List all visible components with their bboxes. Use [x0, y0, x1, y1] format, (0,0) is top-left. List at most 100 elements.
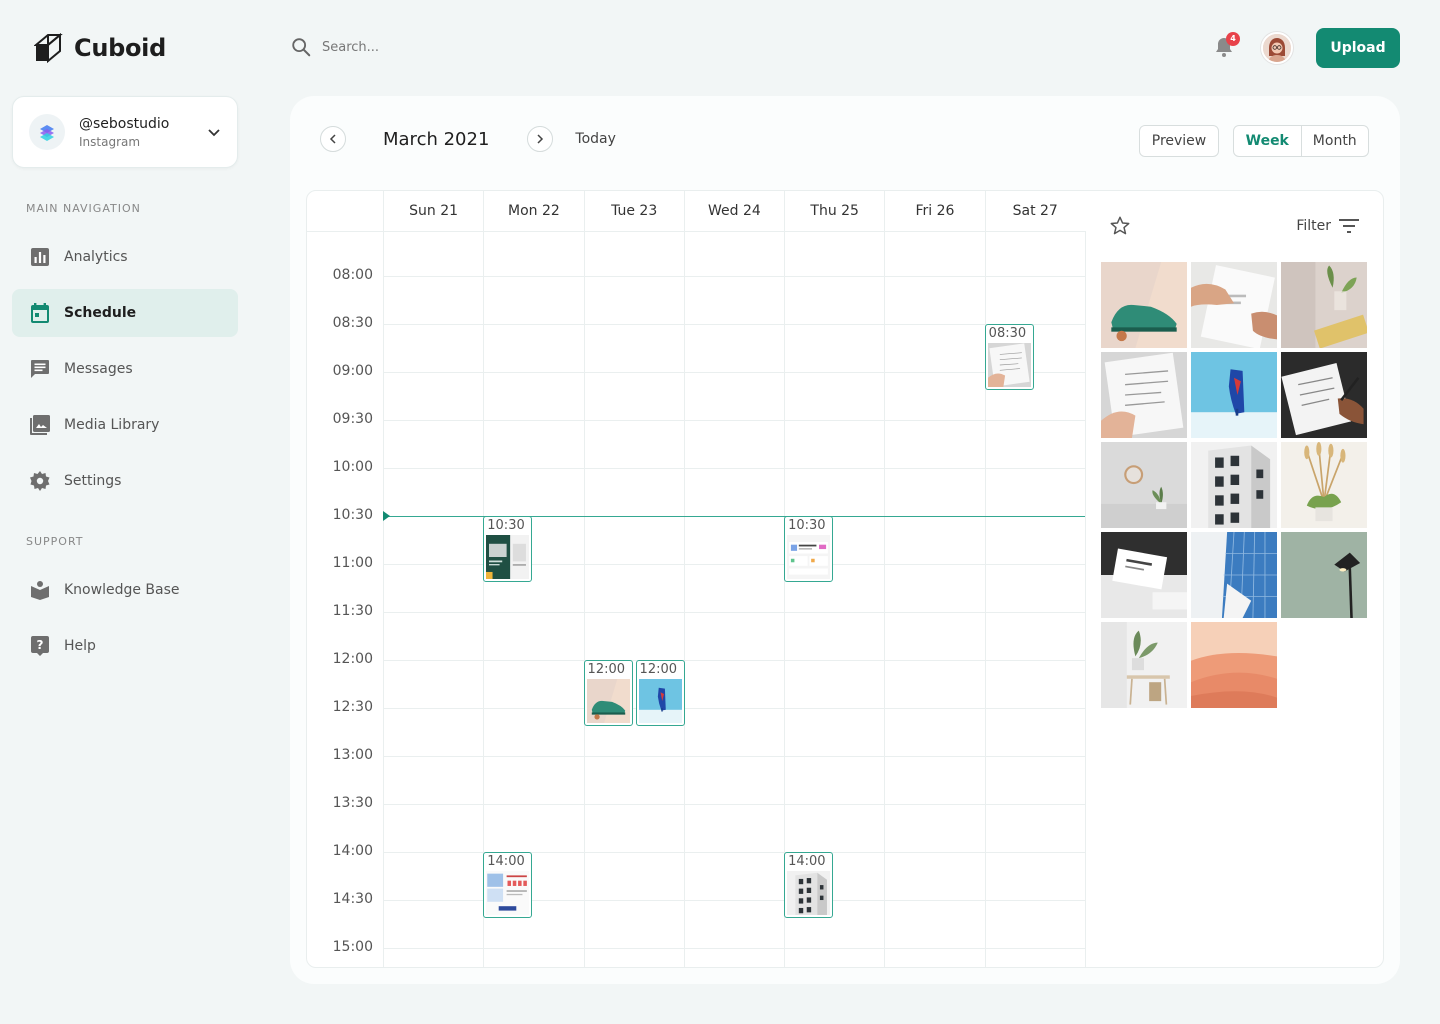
search-bar: [290, 36, 622, 58]
svg-text:?: ?: [37, 638, 44, 652]
media-thumbnail[interactable]: [1101, 622, 1187, 708]
gear-icon: [30, 471, 50, 491]
chevron-down-icon: [208, 129, 220, 137]
app-name: Cuboid: [74, 34, 166, 62]
media-thumbnail[interactable]: [1101, 442, 1187, 528]
scheduled-post[interactable]: 14:00: [784, 852, 834, 918]
media-thumbnail[interactable]: [1281, 532, 1367, 618]
column-divider: [683, 231, 685, 967]
media-thumbnail[interactable]: [1101, 532, 1187, 618]
sidebar-item-settings[interactable]: Settings: [12, 457, 238, 505]
prev-week-button[interactable]: [320, 126, 346, 152]
app-logo[interactable]: Cuboid: [34, 33, 166, 63]
row-divider: [383, 660, 1085, 661]
day-header: Mon 22: [483, 191, 583, 231]
account-handle: @sebostudio: [79, 115, 170, 132]
notifications-button[interactable]: 4: [1212, 32, 1240, 61]
column-divider: [583, 231, 585, 967]
cube-logo-icon: [34, 33, 63, 63]
header-divider: [307, 231, 1085, 232]
media-thumbnails: [1101, 262, 1367, 708]
scheduled-post[interactable]: 12:00: [635, 660, 685, 726]
image-icon: [30, 415, 50, 435]
star-icon[interactable]: [1109, 215, 1131, 237]
post-time: 08:30: [988, 326, 1027, 341]
filter-button[interactable]: Filter: [1296, 218, 1359, 234]
sidebar-item-help[interactable]: ? Help: [12, 622, 238, 670]
current-time-marker: [383, 511, 390, 521]
sidebar-item-label: Messages: [64, 361, 133, 377]
scheduled-post[interactable]: 10:30: [483, 516, 533, 582]
sidebar-item-analytics[interactable]: Analytics: [12, 233, 238, 281]
sidebar-item-messages[interactable]: Messages: [12, 345, 238, 393]
day-header: Sun 21: [383, 191, 483, 231]
day-header: Thu 25: [784, 191, 884, 231]
scheduled-post[interactable]: 08:30: [984, 324, 1034, 390]
account-logo: [29, 114, 65, 150]
post-thumbnail: [485, 535, 530, 579]
support-title: SUPPORT: [26, 535, 84, 548]
post-time: 14:00: [788, 854, 826, 869]
upload-button[interactable]: Upload: [1316, 28, 1400, 68]
media-thumbnail[interactable]: [1281, 442, 1367, 528]
scheduled-post[interactable]: 10:30: [784, 516, 834, 582]
day-header: Sat 27: [984, 191, 1085, 231]
day-header: Wed 24: [683, 191, 784, 231]
account-switcher[interactable]: @sebostudio Instagram: [12, 96, 238, 168]
month-title: March 2021: [383, 128, 490, 150]
sidebar-item-label: Knowledge Base: [64, 582, 180, 598]
days-header: Sun 21 Mon 22 Tue 23 Wed 24 Thu 25 Fri 26 Sat …: [383, 191, 1085, 231]
time-label: 12:30: [332, 699, 373, 715]
media-thumbnail[interactable]: [1101, 352, 1187, 438]
row-divider: [383, 708, 1085, 709]
media-thumbnail[interactable]: [1191, 262, 1277, 348]
post-time: 10:30: [487, 518, 525, 533]
media-thumbnail[interactable]: [1281, 352, 1367, 438]
media-thumbnail[interactable]: [1101, 262, 1187, 348]
post-thumbnail: [987, 343, 1032, 387]
post-thumbnail: [786, 535, 831, 579]
post-thumbnail: [485, 871, 530, 915]
post-time: 12:00: [639, 662, 678, 677]
chevron-right-icon: [537, 134, 544, 144]
media-panel-header: Filter: [1109, 215, 1359, 237]
row-divider: [383, 276, 1085, 277]
post-thumbnail: [586, 679, 631, 723]
month-view-button[interactable]: Month: [1302, 126, 1369, 156]
next-week-button[interactable]: [527, 126, 554, 152]
book-icon: [30, 580, 50, 600]
message-icon: [30, 359, 50, 379]
post-thumbnail: [638, 679, 683, 723]
sidebar-item-label: Schedule: [64, 305, 137, 321]
scheduled-post[interactable]: 14:00: [483, 852, 533, 918]
sidebar-item-label: Help: [64, 638, 96, 654]
today-button[interactable]: Today: [575, 131, 616, 147]
time-label: 09:00: [332, 363, 373, 379]
sidebar-item-media-library[interactable]: Media Library: [12, 401, 238, 449]
notification-count-badge: 4: [1226, 32, 1240, 46]
media-thumbnail[interactable]: [1281, 262, 1367, 348]
column-divider: [884, 231, 886, 967]
scheduled-post[interactable]: 12:00: [583, 660, 633, 726]
time-label: 09:30: [332, 411, 373, 427]
media-thumbnail[interactable]: [1191, 352, 1277, 438]
week-view-button[interactable]: Week: [1234, 126, 1302, 156]
help-icon: ?: [30, 636, 50, 656]
layers-logo-icon: [40, 125, 54, 141]
sidebar-item-knowledge-base[interactable]: Knowledge Base: [12, 566, 238, 614]
row-divider: [383, 948, 1085, 949]
search-input[interactable]: [322, 39, 622, 55]
time-label: 13:00: [332, 747, 373, 763]
time-label: 11:00: [332, 555, 373, 571]
time-label: 10:00: [332, 459, 373, 475]
media-thumbnail[interactable]: [1191, 442, 1277, 528]
media-thumbnail[interactable]: [1191, 532, 1277, 618]
media-thumbnail[interactable]: [1191, 622, 1277, 708]
filter-icon: [1339, 219, 1359, 233]
preview-button[interactable]: Preview: [1139, 125, 1219, 157]
sidebar-item-schedule[interactable]: Schedule: [12, 289, 238, 337]
row-divider: [383, 468, 1085, 469]
time-label: 14:30: [332, 891, 373, 907]
user-avatar[interactable]: [1261, 32, 1293, 64]
bar-chart-icon: [30, 247, 50, 267]
